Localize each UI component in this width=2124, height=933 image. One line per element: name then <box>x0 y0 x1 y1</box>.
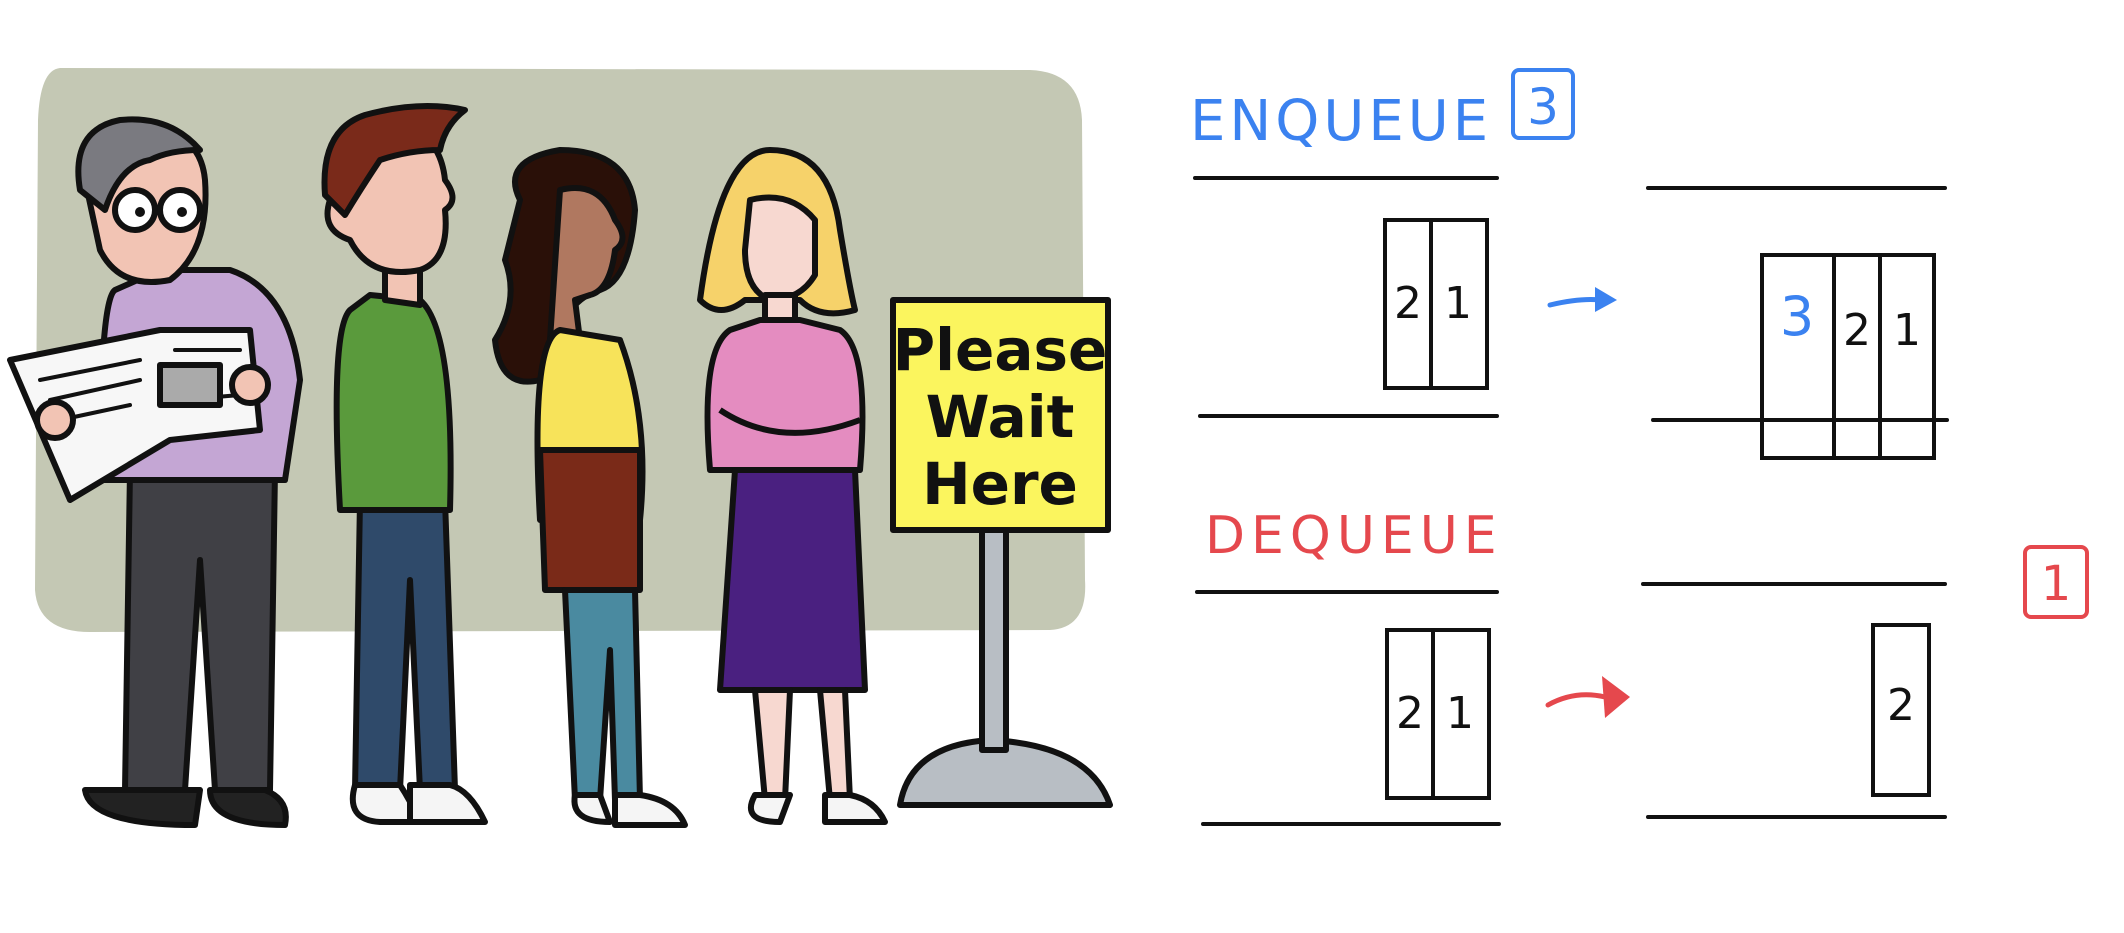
queue-item: 2 <box>1887 680 1915 731</box>
queue-item: 1 <box>1444 278 1472 329</box>
dequeue-title: DEQUEUE <box>1205 506 1503 566</box>
enqueue-title: ENQUEUE <box>1190 89 1492 154</box>
queue-item-new: 3 <box>1780 285 1814 348</box>
sign-line-1: Please <box>893 316 1108 384</box>
dequeue-section: DEQUEUE 2 1 2 1 <box>1195 506 2089 826</box>
arrow-right-icon <box>1545 692 1608 708</box>
enqueue-section: ENQUEUE 3 2 1 3 2 1 <box>1190 68 1949 460</box>
queue-item: 2 <box>1843 305 1871 356</box>
sign-line-2: Wait <box>926 383 1075 451</box>
queue-item: 1 <box>1893 305 1921 356</box>
dequeue-value: 1 <box>2041 556 2072 612</box>
queue-diagram: Please Wait Here ENQUEUE 3 2 1 3 2 1 DEQ… <box>7 68 2089 828</box>
queue-item: 1 <box>1446 688 1474 739</box>
queue-item: 2 <box>1394 278 1422 329</box>
queue-illustration: Please Wait Here <box>7 68 1113 828</box>
sign-line-3: Here <box>922 450 1078 518</box>
queue-item: 2 <box>1396 688 1424 739</box>
enqueue-value: 3 <box>1527 78 1559 136</box>
arrow-right-icon <box>1547 297 1603 308</box>
